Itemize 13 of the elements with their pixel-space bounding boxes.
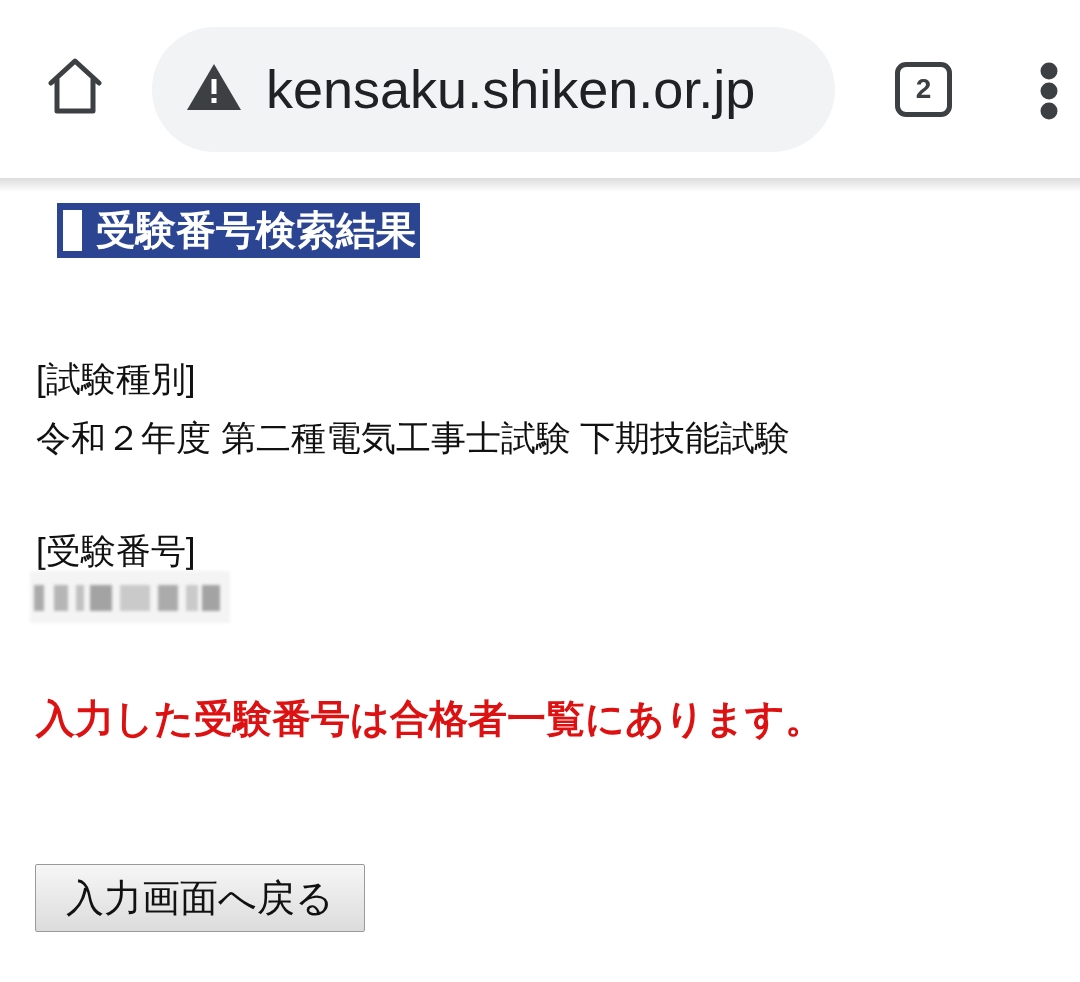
heading-text: 受験番号検索結果 bbox=[96, 207, 416, 254]
tab-count-button[interactable]: 2 bbox=[895, 61, 952, 117]
result-message: 入力した受験番号は合格者一覧にあります。 bbox=[36, 696, 825, 742]
address-bar[interactable]: kensaku.shiken.or.jp bbox=[152, 26, 835, 152]
back-button[interactable]: 入力画面へ戻る bbox=[35, 864, 365, 932]
menu-icon[interactable] bbox=[1040, 62, 1058, 120]
warning-icon[interactable] bbox=[186, 63, 242, 111]
heading-bar-icon bbox=[63, 210, 82, 251]
home-icon[interactable] bbox=[47, 58, 103, 114]
field-value: 令和２年度 第二種電気工事士試験 下期技能試験 bbox=[36, 417, 792, 459]
field-label: [受験番号] bbox=[36, 530, 197, 572]
url-text: kensaku.shiken.or.jp bbox=[266, 58, 756, 120]
field-label: [試験種別] bbox=[36, 358, 197, 400]
